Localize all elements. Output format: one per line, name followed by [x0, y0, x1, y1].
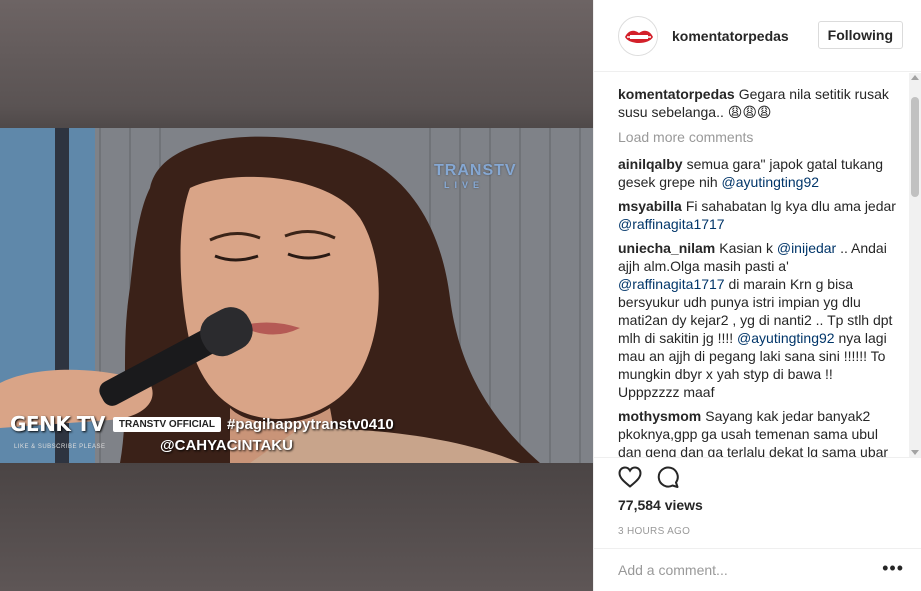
- more-options-icon[interactable]: •••: [882, 559, 904, 577]
- list-item: uniecha_nilam Kasian k @inijedar .. Andai…: [618, 239, 898, 401]
- mention-link[interactable]: @ayutingting92: [737, 330, 835, 346]
- caption: komentatorpedas Gegara nila setitik rusak…: [618, 85, 898, 121]
- instagram-post-modal: TRANSTV LIVE GENK TV TRANSTV OFFICIAL #p…: [0, 0, 921, 591]
- channel-logo-sub: LIKE & SUBSCRIBE PLEASE: [14, 444, 106, 450]
- list-item: ainilqalby semua gara" japok gatal tukang…: [618, 155, 898, 191]
- watermark-sub: LIVE: [444, 180, 485, 190]
- official-label: TRANSTV OFFICIAL: [112, 416, 222, 432]
- scroll-thumb[interactable]: [911, 97, 919, 197]
- comment-username[interactable]: mothysmom: [618, 408, 701, 424]
- video-frame[interactable]: TRANSTV LIVE GENK TV TRANSTV OFFICIAL #p…: [0, 128, 593, 463]
- video-handle: @CAHYACINTAKU: [160, 437, 293, 454]
- scroll-up-icon[interactable]: [911, 75, 919, 80]
- post-actions: 77,584 views 3 HOURS AGO: [594, 457, 921, 537]
- comment-username[interactable]: msyabilla: [618, 198, 682, 214]
- video-lower-third: GENK TV TRANSTV OFFICIAL #pagihappytrans…: [10, 410, 394, 438]
- comment-text: Fi sahabatan lg kya dlu ama jedar: [685, 198, 896, 214]
- post-sidebar: komentatorpedas Following komentatorpeda…: [593, 0, 921, 591]
- comment-username[interactable]: ainilqalby: [618, 156, 683, 172]
- comments-scrollbar[interactable]: [909, 73, 921, 457]
- post-header: komentatorpedas Following: [594, 0, 921, 72]
- lips-logo-icon: [620, 17, 657, 55]
- comments-list[interactable]: komentatorpedas Gegara nila setitik rusak…: [594, 73, 921, 457]
- mention-link[interactable]: @inijedar: [777, 240, 836, 256]
- channel-watermark: TRANSTV LIVE: [434, 162, 517, 190]
- mention-link[interactable]: @raffinagita1717: [618, 216, 725, 232]
- video-hashtag: #pagihappytranstv0410: [227, 415, 394, 433]
- post-timestamp[interactable]: 3 HOURS AGO: [618, 526, 898, 537]
- post-media[interactable]: TRANSTV LIVE GENK TV TRANSTV OFFICIAL #p…: [0, 0, 593, 591]
- watermark-main: TRANSTV: [434, 162, 517, 179]
- comment-input[interactable]: [618, 562, 868, 578]
- mention-link[interactable]: @raffinagita1717: [618, 276, 725, 292]
- channel-logo: GENK TV: [10, 412, 105, 436]
- heart-icon[interactable]: [618, 466, 642, 488]
- avatar[interactable]: [618, 15, 658, 56]
- comment-username[interactable]: uniecha_nilam: [618, 240, 715, 256]
- scroll-down-icon[interactable]: [911, 450, 919, 455]
- list-item: msyabilla Fi sahabatan lg kya dlu ama jed…: [618, 197, 898, 233]
- list-item: mothysmom Sayang kak jedar banyak2 pkokny…: [618, 407, 898, 457]
- action-icons: [618, 458, 898, 496]
- mention-link[interactable]: @ayutingting92: [722, 174, 820, 190]
- comment-text: Kasian k: [719, 240, 773, 256]
- following-button[interactable]: Following: [817, 21, 903, 49]
- views-count: 77,584 views: [618, 497, 703, 513]
- post-author-username[interactable]: komentatorpedas: [672, 28, 789, 44]
- add-comment-section: •••: [594, 548, 921, 591]
- caption-username[interactable]: komentatorpedas: [618, 86, 735, 102]
- load-more-comments-link[interactable]: Load more comments: [618, 129, 898, 145]
- comment-icon[interactable]: [656, 465, 680, 489]
